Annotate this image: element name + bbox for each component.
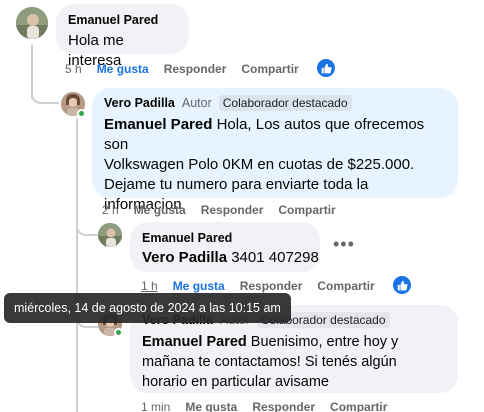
comment-time[interactable]: 5 h (65, 62, 82, 76)
timestamp-tooltip: miércoles, 14 de agosto de 2024 a las 10… (4, 293, 291, 323)
reply-button[interactable]: Responder (201, 203, 264, 217)
comment-time[interactable]: 1 min (141, 400, 170, 412)
phone-number: 3401 407298 (231, 249, 319, 266)
thread-line (76, 118, 78, 412)
share-button[interactable]: Compartir (278, 203, 335, 217)
like-button[interactable]: Me gusta (97, 62, 149, 76)
comment-author[interactable]: Vero Padilla (104, 95, 175, 111)
comment-text: Emanuel Pared Hola, Los autos que ofrece… (104, 115, 446, 215)
thread-connector (76, 214, 98, 236)
comment-actions: 5 h Me gusta Responder Compartir (65, 62, 299, 76)
comment-author[interactable]: Emanuel Pared (68, 12, 177, 28)
share-button[interactable]: Compartir (241, 62, 298, 76)
reply-button[interactable]: Responder (240, 279, 303, 293)
mention-link[interactable]: Emanuel Pared (142, 334, 247, 350)
comment-text-line: Volkswagen Polo 0KM en cuotas de $225.00… (104, 156, 415, 173)
like-button[interactable]: Me gusta (185, 400, 237, 412)
comment-bubble: Emanuel Pared Hola me interesa (56, 4, 189, 69)
mention-link[interactable]: Vero Padilla (142, 249, 227, 266)
comment-bubble: Emanuel Pared Vero Padilla 3401 407298 (130, 222, 320, 272)
comment-author-row: Vero Padilla Autor Colaborador destacado (104, 94, 446, 112)
comment-actions: 1 h Me gusta Responder Compartir (141, 279, 375, 293)
comment-text-line: mañana te contactamos! Si tenés algún (142, 354, 397, 370)
share-button[interactable]: Compartir (330, 400, 387, 412)
comment-time[interactable]: 2 h (102, 203, 119, 217)
comment-text-line: Dejame tu numero para enviarte toda la (104, 176, 369, 193)
share-button[interactable]: Compartir (317, 279, 374, 293)
comment-text-line: Buenisimo, entre hoy y (250, 334, 399, 350)
comment-time[interactable]: 1 h (141, 279, 158, 293)
more-horizontal-icon[interactable]: ••• (333, 235, 355, 253)
reply-button[interactable]: Responder (252, 400, 315, 412)
comment-text-line: horario en particular avisame (142, 374, 329, 390)
mention-link[interactable]: Emanuel Pared (104, 116, 212, 133)
author-label: Autor (181, 96, 212, 110)
online-status-indicator (114, 328, 123, 337)
comment-text: Emanuel Pared Buenisimo, entre hoy y mañ… (142, 332, 446, 392)
comment-actions: 1 min Me gusta Responder Compartir (141, 400, 387, 412)
avatar[interactable] (98, 223, 122, 247)
comment-bubble: Vero Padilla Autor Colaborador destacado… (92, 88, 458, 213)
thumbs-up-icon[interactable] (317, 59, 335, 77)
online-status-indicator (77, 109, 86, 118)
comment-author[interactable]: Emanuel Pared (142, 230, 308, 246)
avatar-photo-icon (98, 223, 122, 247)
like-button[interactable]: Me gusta (173, 279, 225, 293)
avatar[interactable] (16, 7, 48, 39)
comment-actions: 2 h Me gusta Responder Compartir (102, 203, 336, 217)
like-button[interactable]: Me gusta (134, 203, 186, 217)
comment-text: Vero Padilla 3401 407298 (142, 248, 319, 268)
thread-connector (31, 84, 59, 104)
reply-button[interactable]: Responder (164, 62, 227, 76)
avatar-photo-icon (16, 7, 48, 39)
thumbs-up-icon[interactable] (393, 276, 411, 294)
top-contributor-badge: Colaborador destacado (218, 95, 352, 111)
